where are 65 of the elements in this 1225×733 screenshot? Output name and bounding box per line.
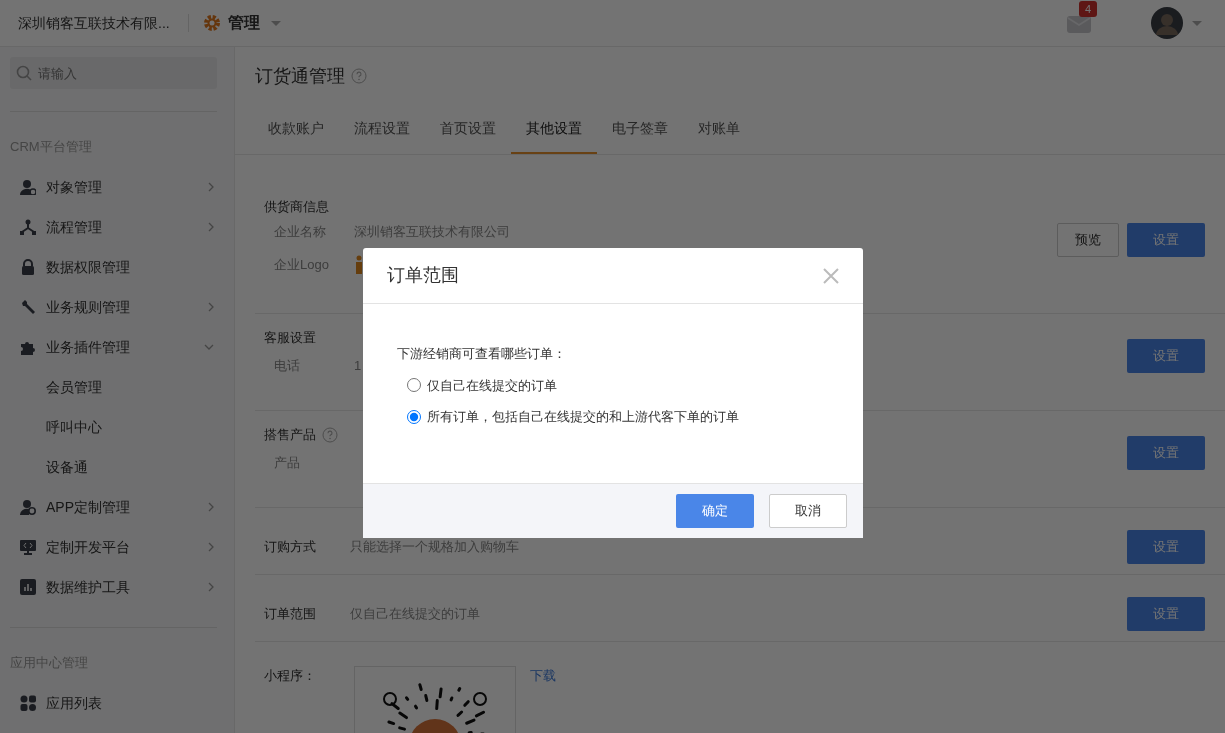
chevron-right-icon: [208, 302, 214, 313]
settings-button[interactable]: 设置: [1127, 530, 1205, 565]
sidebar-item[interactable]: 业务规则管理: [0, 287, 234, 328]
sidebar-item[interactable]: 业务插件管理: [0, 327, 234, 368]
sidebar-item[interactable]: 呼叫中心: [0, 407, 234, 448]
settings-button[interactable]: 设置: [1127, 597, 1205, 632]
help-icon: [351, 68, 367, 85]
section-title: 小程序：: [264, 667, 312, 686]
chevron-right-icon: [208, 542, 214, 553]
company-name: 深圳销客互联技术有限...: [18, 13, 170, 33]
gear-icon: [203, 15, 220, 32]
notification-badge: 4: [1079, 1, 1098, 18]
mail-icon: [1067, 13, 1091, 34]
sidebar-item[interactable]: APP定制管理: [0, 487, 234, 528]
chevron-right-icon: [208, 502, 214, 513]
tab[interactable]: 对账单: [683, 105, 755, 155]
sidebar-item[interactable]: 会员管理: [0, 367, 234, 408]
dialog-title: 订单范围: [386, 264, 460, 287]
tab[interactable]: 首页设置: [425, 105, 511, 155]
monitor-code-icon: [20, 539, 36, 556]
preview-button[interactable]: 预览: [1057, 223, 1119, 258]
option-label[interactable]: 所有订单，包括自己在线提交的和上游代客下单的订单: [426, 407, 739, 427]
user-icon: [20, 179, 36, 196]
avatar: [1151, 7, 1183, 40]
caret-icon: [269, 19, 282, 27]
app-title: 管理: [227, 13, 260, 34]
sidebar-item[interactable]: 数据维护工具: [0, 567, 234, 608]
radio-button[interactable]: [406, 378, 421, 393]
page-title: 订货通管理: [255, 64, 345, 88]
option-label[interactable]: 仅自己在线提交的订单: [426, 375, 557, 395]
bar-chart-icon: [20, 579, 36, 596]
download-link[interactable]: 下载: [530, 666, 556, 686]
sidebar-item[interactable]: 数据权限管理: [0, 247, 234, 288]
cancel-button[interactable]: 取消: [768, 494, 847, 528]
lock-icon: [20, 259, 36, 276]
dialog-prompt: 下游经销商可查看哪些订单：: [396, 345, 567, 363]
section-title: 客服设置: [264, 329, 316, 348]
sidebar-item[interactable]: 流程管理: [0, 207, 234, 248]
flow-icon: [20, 219, 36, 236]
caret-icon: [1191, 19, 1203, 27]
tab[interactable]: 其他设置: [511, 105, 597, 155]
confirm-button[interactable]: 确定: [675, 494, 754, 528]
section-title: 订单范围: [264, 605, 316, 624]
section-title: 供货商信息: [264, 198, 329, 217]
chevron-right-icon: [208, 222, 214, 233]
settings-button[interactable]: 设置: [1127, 339, 1205, 374]
radio-button[interactable]: [406, 409, 421, 424]
sidebar-item[interactable]: 对象管理: [0, 167, 234, 208]
puzzle-icon: [20, 339, 36, 356]
tab[interactable]: 电子签章: [597, 105, 683, 155]
sidebar-item[interactable]: 应用列表: [0, 683, 234, 724]
sidebar-item[interactable]: 定制开发平台: [0, 527, 234, 568]
sidebar-item[interactable]: 设备通: [0, 447, 234, 488]
settings-user-icon: [20, 499, 36, 516]
chevron-right-icon: [208, 182, 214, 193]
settings-button[interactable]: 设置: [1127, 436, 1205, 471]
chevron-down-icon: [204, 344, 214, 351]
apps-icon: [20, 695, 36, 712]
section-title: 搭售产品: [264, 426, 316, 445]
tab[interactable]: 收款账户: [253, 105, 339, 155]
section-title: 订购方式: [264, 538, 316, 557]
wrench-icon: [20, 299, 36, 316]
settings-button[interactable]: 设置: [1127, 223, 1205, 258]
chevron-right-icon: [208, 582, 214, 593]
tab[interactable]: 流程设置: [339, 105, 425, 155]
